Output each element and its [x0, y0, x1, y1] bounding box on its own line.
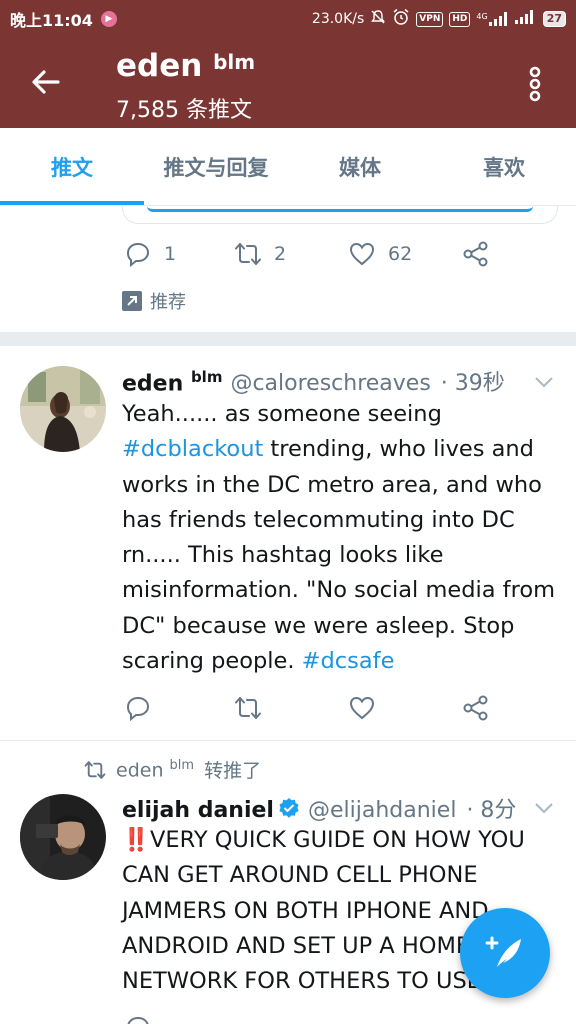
retweet-count: 2	[274, 243, 287, 265]
battery-icon: 27	[542, 11, 566, 27]
status-time: 晚上11:04	[10, 11, 93, 30]
tweet-actions: 1 2 62	[0, 236, 576, 276]
compose-tweet-button[interactable]	[460, 908, 550, 998]
heart-icon	[349, 696, 375, 720]
author-name[interactable]: eden blm	[122, 368, 222, 396]
retweet-icon	[84, 760, 106, 779]
promoted-label: 推荐	[122, 288, 186, 314]
reply-icon	[127, 1016, 149, 1024]
signal-4g-icon: 4G	[476, 12, 508, 26]
hd-badge: HD	[449, 11, 471, 27]
share-button[interactable]	[462, 694, 490, 722]
reply-button[interactable]	[124, 694, 152, 722]
author-handle[interactable]: @elijahdaniel	[308, 798, 456, 823]
chevron-down-icon[interactable]	[534, 802, 554, 814]
avatar[interactable]	[20, 366, 106, 452]
profile-name-suffix: blm	[213, 50, 256, 74]
status-bar: 晚上11:04 ▶ 23.0K/s VPN HD 4G 27	[0, 0, 576, 38]
author-name-text: eden	[122, 371, 184, 396]
retweeter-name-suffix: blm	[169, 757, 195, 773]
tweet-count: 7,585 条推文	[116, 98, 252, 123]
retweet-icon	[235, 243, 261, 265]
tweet-time: · 39秒	[440, 371, 505, 396]
share-icon	[463, 695, 488, 721]
like-button[interactable]	[348, 694, 376, 722]
reply-icon	[126, 696, 150, 722]
tweet-time: · 8分	[466, 798, 517, 823]
alarm-icon	[392, 8, 410, 30]
tweet-header: elijah daniel @elijahdaniel · 8分	[122, 792, 516, 824]
retweet-icon	[235, 697, 261, 719]
network-type-label: 4G	[476, 12, 488, 21]
retweet-button[interactable]	[234, 694, 262, 722]
like-button[interactable]: 62	[348, 240, 412, 268]
section-separator	[0, 332, 576, 346]
profile-name-text: eden	[116, 48, 203, 84]
screen-record-icon: ▶	[100, 11, 117, 27]
compose-feather-icon	[485, 936, 521, 967]
retweeter-name[interactable]: eden blm	[116, 758, 194, 781]
reply-icon	[126, 242, 150, 268]
retweeter-name-text: eden	[116, 759, 164, 782]
like-count: 62	[388, 243, 413, 265]
hashtag-link[interactable]: #dcsafe	[302, 648, 395, 674]
verified-badge-icon	[279, 798, 299, 818]
mute-icon	[370, 9, 386, 29]
tweet-actions	[0, 692, 576, 728]
retweet-label: 转推了	[204, 760, 262, 782]
retweet-indicator: eden blm 转推了	[84, 756, 261, 783]
tweet-divider	[0, 740, 576, 741]
profile-header: eden blm 7,585 条推文	[0, 38, 576, 128]
hashtag-link[interactable]: #dcblackout	[122, 436, 263, 462]
network-speed: 23.0K/s	[311, 11, 365, 27]
chevron-down-icon[interactable]	[534, 376, 554, 388]
reply-count: 1	[164, 243, 177, 265]
profile-tabs: 推文 推文与回复 媒体 喜欢	[0, 128, 576, 206]
author-handle[interactable]: @caloreschreaves	[230, 371, 430, 396]
tab-media[interactable]: 媒体	[288, 128, 432, 205]
tab-tweets[interactable]: 推文	[0, 128, 144, 205]
author-name[interactable]: elijah daniel	[122, 798, 274, 823]
avatar[interactable]	[20, 794, 106, 880]
heart-icon	[349, 242, 375, 266]
tweet-text: Yeah...... as someone seeing #dcblackout…	[122, 397, 562, 679]
reply-button[interactable]: 1	[124, 240, 176, 268]
reply-button[interactable]	[124, 1014, 152, 1024]
tweet-header: eden blm @caloreschreaves · 39秒	[122, 365, 505, 397]
signal-icon	[514, 10, 537, 28]
vpn-badge: VPN	[416, 11, 444, 27]
tweet-text-part2: trending, who lives and works in the DC …	[122, 436, 556, 675]
retweet-button[interactable]: 2	[234, 240, 286, 268]
tweet-text-part1: Yeah...... as someone seeing	[122, 401, 442, 427]
share-button[interactable]	[462, 240, 490, 268]
author-name-suffix: blm	[190, 367, 223, 386]
promoted-icon	[122, 291, 142, 311]
tab-tweets-and-replies[interactable]: 推文与回复	[144, 128, 288, 205]
share-icon	[463, 241, 488, 267]
profile-name: eden blm	[116, 48, 255, 84]
more-options-icon[interactable]	[524, 66, 546, 102]
back-arrow-icon[interactable]	[28, 64, 64, 100]
promoted-text: 推荐	[150, 292, 186, 313]
tab-likes[interactable]: 喜欢	[432, 128, 576, 205]
link-card[interactable]	[122, 206, 558, 224]
